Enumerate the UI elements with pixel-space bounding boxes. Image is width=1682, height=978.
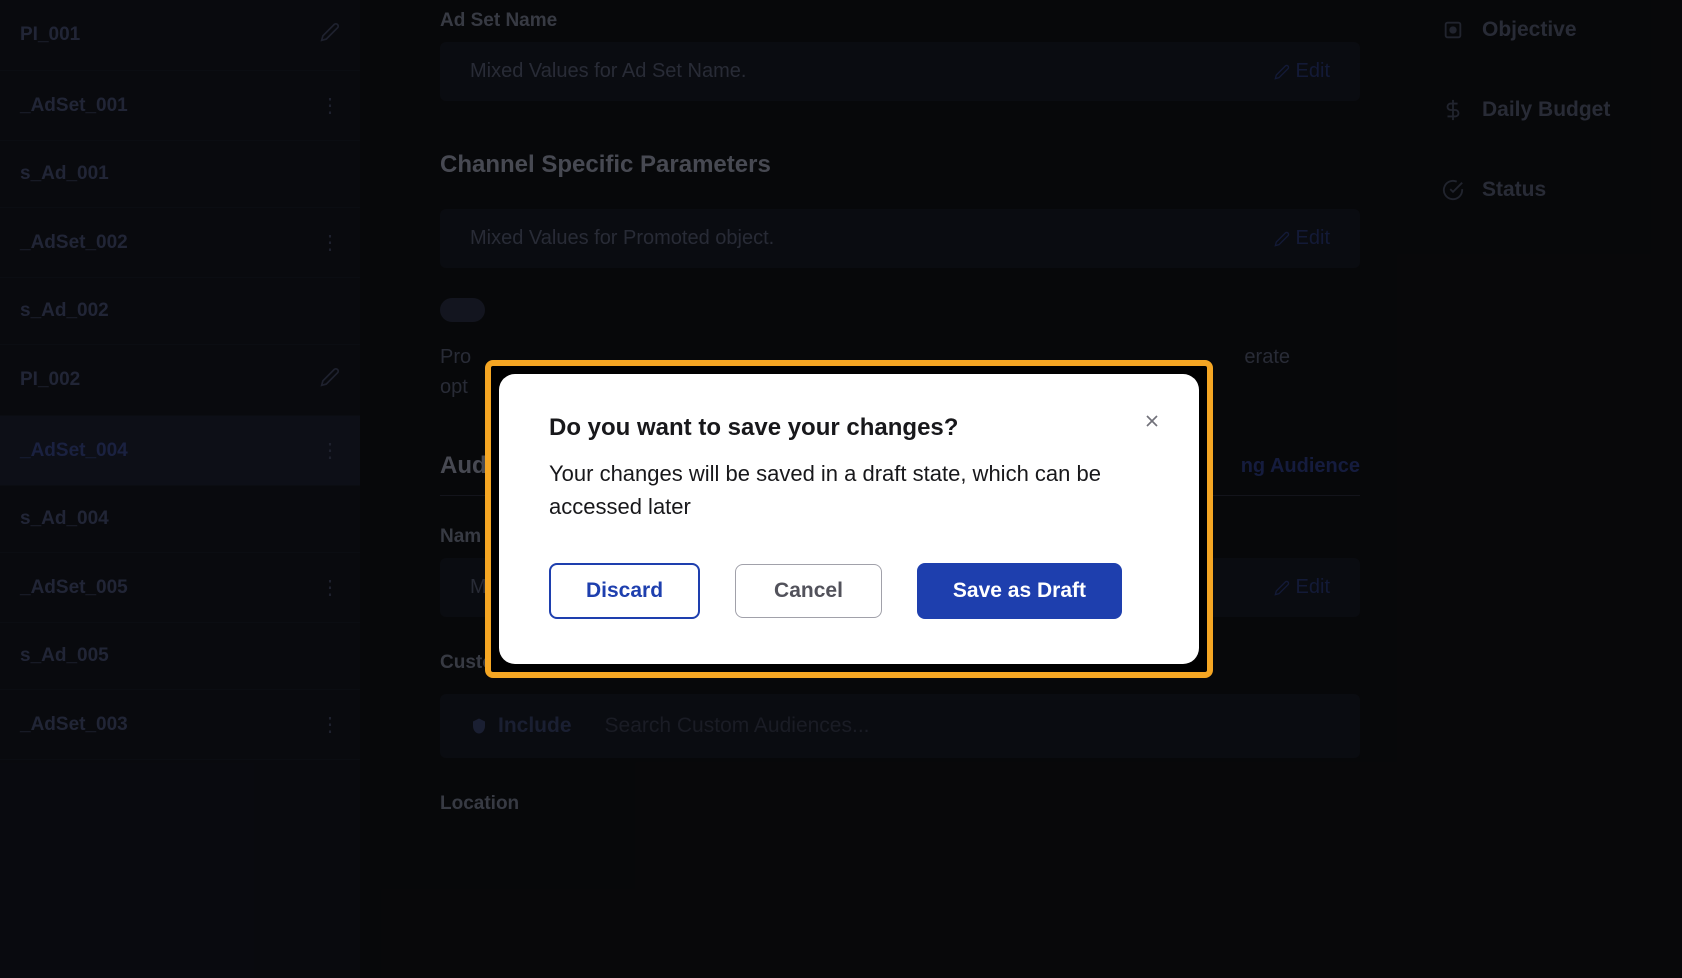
cancel-button[interactable]: Cancel: [735, 564, 882, 618]
save-as-draft-button[interactable]: Save as Draft: [917, 563, 1122, 619]
discard-button[interactable]: Discard: [549, 563, 700, 619]
modal-description: Your changes will be saved in a draft st…: [549, 457, 1119, 523]
save-changes-modal: Do you want to save your changes? Your c…: [499, 374, 1199, 664]
modal-highlight-wrapper: Do you want to save your changes? Your c…: [485, 360, 1213, 678]
close-icon: [1142, 411, 1162, 431]
modal-actions: Discard Cancel Save as Draft: [549, 563, 1149, 619]
modal-title: Do you want to save your changes?: [549, 414, 1149, 442]
close-button[interactable]: [1140, 409, 1164, 433]
